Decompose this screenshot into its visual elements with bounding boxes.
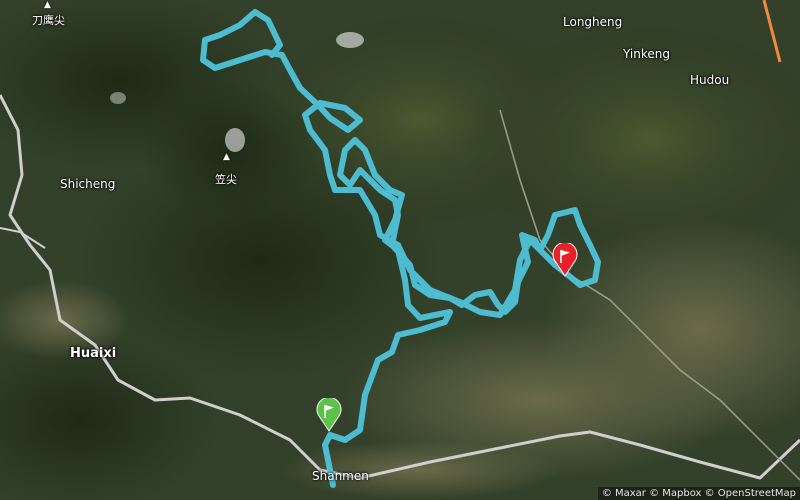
start-flag-icon [316,398,342,432]
place-label-daoyingjian: 刀鹰尖 [32,14,65,27]
peak-icon: ▲ [223,152,230,162]
satellite-terrain [0,0,800,500]
place-label-longheng: Longheng [563,15,623,29]
end-flag-icon [552,243,578,277]
place-label-yinkeng: Yinkeng [623,47,670,61]
map-attribution[interactable]: © Maxar © Mapbox © OpenStreetMap [597,487,800,500]
map-view[interactable]: ▲ ▲ 刀鹰尖 Longheng Yinkeng Hudou 笠尖 Shiche… [0,0,800,500]
place-label-huaixi: Huaixi [70,346,117,361]
peak-icon: ▲ [44,0,51,10]
place-label-shicheng: Shicheng [60,177,116,191]
place-label-hudou: Hudou [690,73,730,87]
place-label-lijian: 笠尖 [215,173,237,186]
place-label-shanmen: Shanmen [312,469,369,483]
